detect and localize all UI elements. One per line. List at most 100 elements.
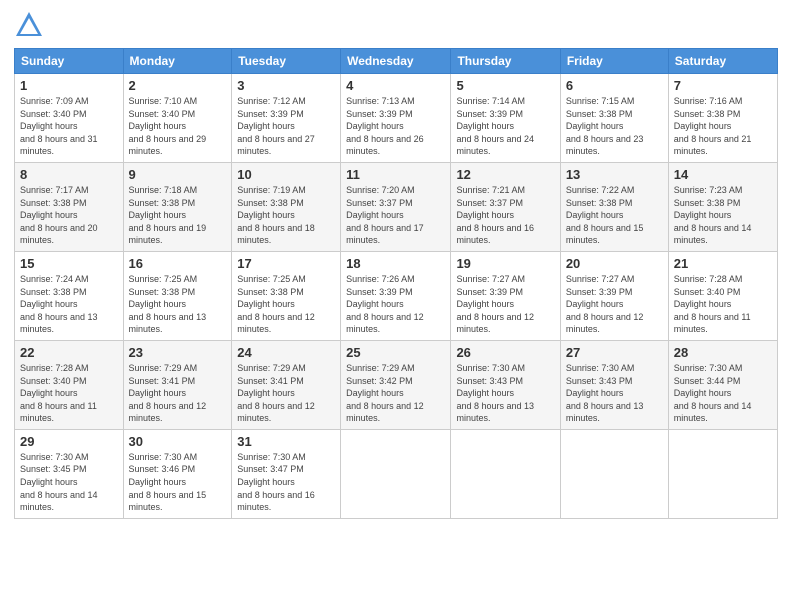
daylight-duration: and 8 hours and 12 minutes. <box>566 312 644 335</box>
calendar-cell: 2 Sunrise: 7:10 AM Sunset: 3:40 PM Dayli… <box>123 74 232 163</box>
daylight-label: Daylight hours <box>674 210 732 220</box>
daylight-label: Daylight hours <box>456 121 514 131</box>
day-info: Sunrise: 7:30 AM Sunset: 3:44 PM Dayligh… <box>674 362 772 425</box>
calendar-week-3: 15 Sunrise: 7:24 AM Sunset: 3:38 PM Dayl… <box>15 251 778 340</box>
calendar-week-4: 22 Sunrise: 7:28 AM Sunset: 3:40 PM Dayl… <box>15 340 778 429</box>
day-info: Sunrise: 7:30 AM Sunset: 3:43 PM Dayligh… <box>456 362 554 425</box>
day-number: 1 <box>20 78 118 93</box>
day-info: Sunrise: 7:18 AM Sunset: 3:38 PM Dayligh… <box>129 184 227 247</box>
daylight-label: Daylight hours <box>674 299 732 309</box>
day-number: 31 <box>237 434 335 449</box>
sunset-label: Sunset: 3:47 PM <box>237 464 304 474</box>
day-info: Sunrise: 7:15 AM Sunset: 3:38 PM Dayligh… <box>566 95 663 158</box>
sunset-label: Sunset: 3:42 PM <box>346 376 413 386</box>
sunrise-label: Sunrise: 7:09 AM <box>20 96 89 106</box>
day-number: 14 <box>674 167 772 182</box>
day-number: 29 <box>20 434 118 449</box>
day-number: 12 <box>456 167 554 182</box>
sunrise-label: Sunrise: 7:16 AM <box>674 96 743 106</box>
daylight-label: Daylight hours <box>20 388 78 398</box>
calendar-header-row: SundayMondayTuesdayWednesdayThursdayFrid… <box>15 49 778 74</box>
calendar-cell: 22 Sunrise: 7:28 AM Sunset: 3:40 PM Dayl… <box>15 340 124 429</box>
sunset-label: Sunset: 3:37 PM <box>346 198 413 208</box>
day-number: 2 <box>129 78 227 93</box>
sunrise-label: Sunrise: 7:17 AM <box>20 185 89 195</box>
daylight-label: Daylight hours <box>20 210 78 220</box>
sunrise-label: Sunrise: 7:29 AM <box>129 363 198 373</box>
day-info: Sunrise: 7:13 AM Sunset: 3:39 PM Dayligh… <box>346 95 445 158</box>
calendar-cell: 27 Sunrise: 7:30 AM Sunset: 3:43 PM Dayl… <box>560 340 668 429</box>
daylight-duration: and 8 hours and 23 minutes. <box>566 134 644 157</box>
daylight-duration: and 8 hours and 12 minutes. <box>129 401 207 424</box>
day-info: Sunrise: 7:17 AM Sunset: 3:38 PM Dayligh… <box>20 184 118 247</box>
day-number: 27 <box>566 345 663 360</box>
sunset-label: Sunset: 3:40 PM <box>20 376 87 386</box>
calendar-cell: 7 Sunrise: 7:16 AM Sunset: 3:38 PM Dayli… <box>668 74 777 163</box>
daylight-duration: and 8 hours and 21 minutes. <box>674 134 752 157</box>
sunset-label: Sunset: 3:46 PM <box>129 464 196 474</box>
calendar-cell: 20 Sunrise: 7:27 AM Sunset: 3:39 PM Dayl… <box>560 251 668 340</box>
sunrise-label: Sunrise: 7:23 AM <box>674 185 743 195</box>
day-info: Sunrise: 7:20 AM Sunset: 3:37 PM Dayligh… <box>346 184 445 247</box>
daylight-label: Daylight hours <box>129 388 187 398</box>
daylight-duration: and 8 hours and 16 minutes. <box>237 490 315 513</box>
calendar-cell: 30 Sunrise: 7:30 AM Sunset: 3:46 PM Dayl… <box>123 429 232 518</box>
calendar-week-5: 29 Sunrise: 7:30 AM Sunset: 3:45 PM Dayl… <box>15 429 778 518</box>
calendar-cell: 19 Sunrise: 7:27 AM Sunset: 3:39 PM Dayl… <box>451 251 560 340</box>
daylight-label: Daylight hours <box>456 388 514 398</box>
calendar-cell: 5 Sunrise: 7:14 AM Sunset: 3:39 PM Dayli… <box>451 74 560 163</box>
day-number: 16 <box>129 256 227 271</box>
daylight-duration: and 8 hours and 31 minutes. <box>20 134 98 157</box>
calendar-cell: 31 Sunrise: 7:30 AM Sunset: 3:47 PM Dayl… <box>232 429 341 518</box>
sunset-label: Sunset: 3:40 PM <box>20 109 87 119</box>
daylight-duration: and 8 hours and 11 minutes. <box>674 312 751 335</box>
day-number: 8 <box>20 167 118 182</box>
sunrise-label: Sunrise: 7:20 AM <box>346 185 415 195</box>
sunrise-label: Sunrise: 7:25 AM <box>129 274 198 284</box>
daylight-duration: and 8 hours and 12 minutes. <box>237 401 315 424</box>
daylight-duration: and 8 hours and 15 minutes. <box>129 490 207 513</box>
day-header-monday: Monday <box>123 49 232 74</box>
daylight-label: Daylight hours <box>237 121 295 131</box>
day-number: 10 <box>237 167 335 182</box>
day-number: 23 <box>129 345 227 360</box>
sunset-label: Sunset: 3:41 PM <box>129 376 196 386</box>
day-number: 13 <box>566 167 663 182</box>
day-number: 11 <box>346 167 445 182</box>
daylight-label: Daylight hours <box>566 210 624 220</box>
sunset-label: Sunset: 3:38 PM <box>674 198 741 208</box>
day-info: Sunrise: 7:25 AM Sunset: 3:38 PM Dayligh… <box>237 273 335 336</box>
daylight-label: Daylight hours <box>20 299 78 309</box>
daylight-duration: and 8 hours and 27 minutes. <box>237 134 315 157</box>
day-number: 18 <box>346 256 445 271</box>
calendar-week-2: 8 Sunrise: 7:17 AM Sunset: 3:38 PM Dayli… <box>15 162 778 251</box>
daylight-label: Daylight hours <box>129 477 187 487</box>
daylight-label: Daylight hours <box>346 121 404 131</box>
sunrise-label: Sunrise: 7:30 AM <box>566 363 635 373</box>
calendar-cell: 11 Sunrise: 7:20 AM Sunset: 3:37 PM Dayl… <box>341 162 451 251</box>
sunrise-label: Sunrise: 7:12 AM <box>237 96 306 106</box>
sunset-label: Sunset: 3:38 PM <box>129 287 196 297</box>
calendar-table: SundayMondayTuesdayWednesdayThursdayFrid… <box>14 48 778 519</box>
calendar-cell <box>341 429 451 518</box>
daylight-label: Daylight hours <box>674 388 732 398</box>
sunrise-label: Sunrise: 7:21 AM <box>456 185 525 195</box>
daylight-duration: and 8 hours and 15 minutes. <box>566 223 644 246</box>
day-info: Sunrise: 7:27 AM Sunset: 3:39 PM Dayligh… <box>456 273 554 336</box>
day-info: Sunrise: 7:29 AM Sunset: 3:41 PM Dayligh… <box>237 362 335 425</box>
daylight-label: Daylight hours <box>566 388 624 398</box>
daylight-duration: and 8 hours and 11 minutes. <box>20 401 97 424</box>
sunset-label: Sunset: 3:44 PM <box>674 376 741 386</box>
calendar-cell: 29 Sunrise: 7:30 AM Sunset: 3:45 PM Dayl… <box>15 429 124 518</box>
daylight-duration: and 8 hours and 17 minutes. <box>346 223 424 246</box>
sunrise-label: Sunrise: 7:18 AM <box>129 185 198 195</box>
calendar-cell: 18 Sunrise: 7:26 AM Sunset: 3:39 PM Dayl… <box>341 251 451 340</box>
sunset-label: Sunset: 3:38 PM <box>566 198 633 208</box>
calendar-cell <box>451 429 560 518</box>
calendar-cell: 6 Sunrise: 7:15 AM Sunset: 3:38 PM Dayli… <box>560 74 668 163</box>
sunset-label: Sunset: 3:38 PM <box>20 287 87 297</box>
daylight-duration: and 8 hours and 14 minutes. <box>674 401 752 424</box>
day-header-thursday: Thursday <box>451 49 560 74</box>
calendar-cell: 9 Sunrise: 7:18 AM Sunset: 3:38 PM Dayli… <box>123 162 232 251</box>
day-number: 25 <box>346 345 445 360</box>
